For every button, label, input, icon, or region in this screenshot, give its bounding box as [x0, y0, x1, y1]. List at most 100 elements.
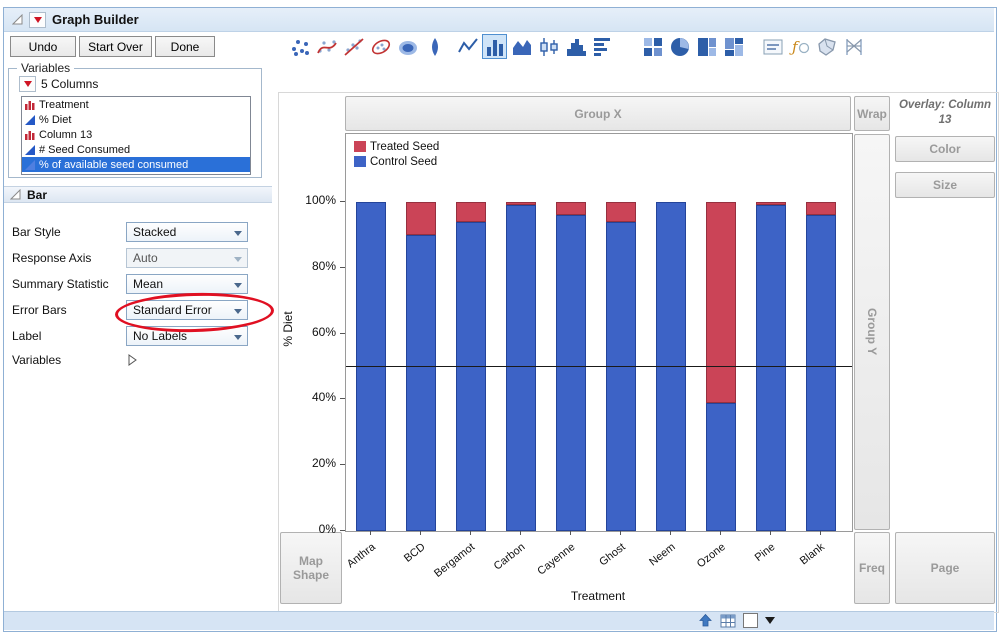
error-bars-select[interactable]: Standard Error [126, 300, 248, 320]
plot-area[interactable]: Treated Seed Control Seed [345, 133, 853, 532]
bars-icon[interactable] [590, 34, 615, 59]
bar-segment-treated-Blank[interactable] [806, 202, 836, 215]
bar-segment-control-Bergamot[interactable] [456, 222, 486, 531]
mosaic-icon[interactable] [721, 34, 746, 59]
summary-statistic-value: Mean [133, 277, 163, 291]
x-tick-mark [520, 531, 521, 535]
expand-triangle-icon[interactable] [128, 354, 137, 366]
color-swatch[interactable] [743, 613, 758, 628]
contour-icon[interactable] [395, 34, 420, 59]
error-bars-label: Error Bars [12, 300, 67, 320]
legend: Treated Seed Control Seed [354, 139, 439, 169]
up-arrow-icon[interactable] [698, 613, 713, 628]
pie-icon[interactable] [667, 34, 692, 59]
column-item-pct-diet[interactable]: % Diet [22, 112, 250, 127]
red-triangle-icon [24, 81, 32, 87]
smoother-icon[interactable] [314, 34, 339, 59]
color-zone[interactable]: Color [895, 136, 995, 162]
overlay-label: Overlay: Column 13 [899, 99, 991, 126]
y-tick-mark [340, 267, 345, 268]
bar-segment-control-Pine[interactable] [756, 205, 786, 531]
bar-segment-control-Cayenne[interactable] [556, 215, 586, 531]
column-item-pct-available-seed[interactable]: % of available seed consumed [22, 157, 250, 172]
y-tick-label: 0% [296, 522, 336, 536]
line-icon[interactable] [455, 34, 480, 59]
y-tick-label: 20% [296, 456, 336, 470]
bar-segment-control-Anthra[interactable] [356, 202, 386, 531]
summary-statistic-select[interactable]: Mean [126, 274, 248, 294]
done-button[interactable]: Done [155, 36, 215, 57]
bar-segment-treated-Ghost[interactable] [606, 202, 636, 222]
bar-segment-control-Neem[interactable] [656, 202, 686, 531]
data-table-icon[interactable] [720, 614, 736, 628]
bar-segment-control-Ozone[interactable] [706, 403, 736, 531]
group-x-zone[interactable]: Group X [345, 96, 851, 131]
bar-segment-treated-Pine[interactable] [756, 202, 786, 205]
bar-segment-treated-BCD[interactable] [406, 202, 436, 235]
bar-segment-control-Blank[interactable] [806, 215, 836, 531]
response-axis-select[interactable]: Auto [126, 248, 248, 268]
formula-icon[interactable]: ƒ [787, 34, 812, 59]
outline-disclosure-icon[interactable] [10, 189, 21, 200]
red-triangle-menu[interactable] [29, 12, 46, 28]
undo-button[interactable]: Undo [10, 36, 76, 57]
x-axis-labels[interactable]: AnthraBCDBergamotCarbonCayenneGhostNeemO… [345, 531, 851, 583]
bar-segment-control-Ghost[interactable] [606, 222, 636, 531]
points-icon[interactable] [287, 34, 312, 59]
bar-section-title: Bar [27, 188, 47, 202]
freq-label: Freq [859, 561, 885, 575]
heatmap-icon[interactable] [640, 34, 665, 59]
legend-item-treated[interactable]: Treated Seed [354, 139, 439, 154]
parallel-plot-icon[interactable] [841, 34, 866, 59]
column-item-treatment[interactable]: Treatment [22, 97, 250, 112]
bar-style-value: Stacked [133, 225, 176, 239]
outline-disclosure-icon[interactable] [12, 14, 23, 25]
column-item-column-13[interactable]: Column 13 [22, 127, 250, 142]
freq-zone[interactable]: Freq [854, 532, 890, 604]
bar-icon[interactable] [482, 34, 507, 59]
overlay-zone[interactable]: Overlay: Column 13 [893, 98, 997, 132]
x-tick-mark [770, 531, 771, 535]
columns-count-label: 5 Columns [41, 77, 98, 91]
column-item-label: Treatment [39, 99, 89, 111]
caption-box-icon[interactable] [760, 34, 785, 59]
y-axis[interactable]: 0%20%40%60%80%100% [296, 133, 345, 530]
x-axis-title[interactable]: Treatment [345, 589, 851, 603]
start-over-button[interactable]: Start Over [79, 36, 152, 57]
chevron-down-icon [234, 283, 242, 288]
legend-item-control[interactable]: Control Seed [354, 154, 439, 169]
wrap-zone[interactable]: Wrap [854, 96, 890, 131]
violin-icon[interactable] [422, 34, 447, 59]
label-select[interactable]: No Labels [126, 326, 248, 346]
dropdown-arrow-icon[interactable] [765, 617, 775, 624]
group-y-zone[interactable]: Group Y [854, 134, 890, 530]
bar-segment-control-Carbon[interactable] [506, 205, 536, 531]
map-shapes-icon[interactable] [814, 34, 839, 59]
size-zone[interactable]: Size [895, 172, 995, 198]
y-tick-label: 60% [296, 325, 336, 339]
column-item-label: # Seed Consumed [39, 144, 130, 156]
bar-segment-treated-Bergamot[interactable] [456, 202, 486, 222]
ellipse-icon[interactable] [368, 34, 393, 59]
y-tick-mark [340, 333, 345, 334]
histogram-icon[interactable] [563, 34, 588, 59]
bar-segment-treated-Ozone[interactable] [706, 202, 736, 403]
line-of-fit-icon[interactable] [341, 34, 366, 59]
y-axis-title[interactable]: % Diet [281, 299, 295, 359]
variables-panel-title: Variables [17, 61, 74, 75]
bar-segment-treated-Cayenne[interactable] [556, 202, 586, 215]
group-y-label: Group Y [865, 308, 879, 355]
treemap-icon[interactable] [694, 34, 719, 59]
legend-label: Treated Seed [370, 141, 439, 153]
bar-segment-treated-Carbon[interactable] [506, 202, 536, 205]
column-item-seed-consumed[interactable]: # Seed Consumed [22, 142, 250, 157]
bar-segment-control-BCD[interactable] [406, 235, 436, 531]
group-x-label: Group X [574, 107, 621, 121]
columns-red-triangle-menu[interactable] [19, 76, 36, 92]
bar-section-header[interactable]: Bar [4, 186, 272, 203]
area-icon[interactable] [509, 34, 534, 59]
page-zone[interactable]: Page [895, 532, 995, 604]
nominal-column-icon [25, 130, 35, 140]
bar-style-select[interactable]: Stacked [126, 222, 248, 242]
box-plot-icon[interactable] [536, 34, 561, 59]
